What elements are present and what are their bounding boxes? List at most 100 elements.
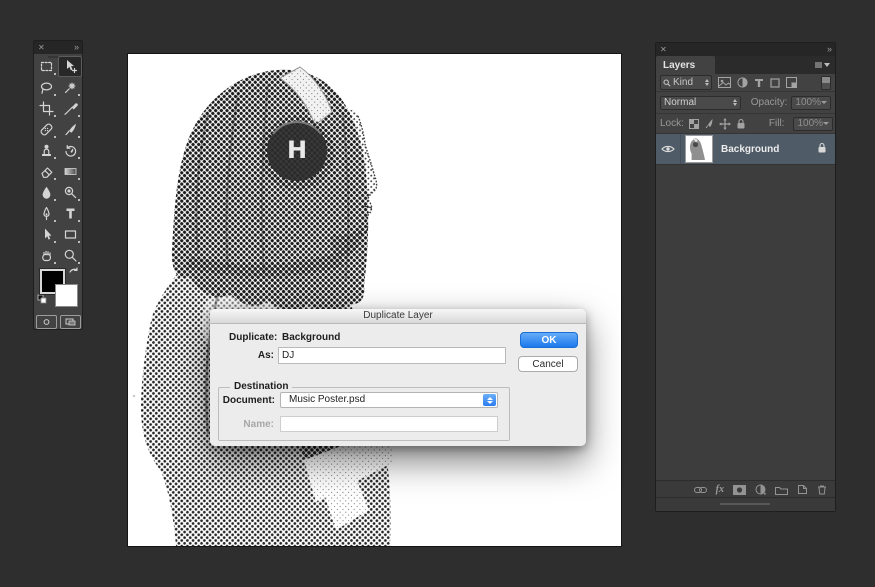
tool-crop[interactable] bbox=[34, 98, 58, 119]
dialog-title[interactable]: Duplicate Layer bbox=[210, 309, 586, 324]
layer-name: Background bbox=[721, 143, 780, 155]
opacity-value-box[interactable]: 100% bbox=[791, 95, 831, 110]
rectangle-shape-icon bbox=[64, 230, 76, 239]
collapse-panel-icon[interactable]: » bbox=[74, 43, 79, 52]
cancel-button[interactable]: Cancel bbox=[518, 356, 578, 372]
lasso-icon bbox=[40, 82, 52, 94]
close-icon[interactable]: ✕ bbox=[660, 45, 667, 54]
tool-path-selection[interactable] bbox=[34, 224, 58, 245]
tool-healing-brush[interactable] bbox=[34, 119, 58, 140]
adjustment-layer-icon[interactable] bbox=[755, 484, 766, 495]
blend-mode-select[interactable]: Normal bbox=[660, 95, 741, 110]
duplicate-layer-dialog: Duplicate Layer Duplicate: Background As… bbox=[210, 309, 586, 446]
path-selection-icon bbox=[44, 228, 51, 240]
filter-shape-layers-icon[interactable] bbox=[770, 77, 780, 88]
tool-brush[interactable] bbox=[58, 119, 82, 140]
tool-gradient[interactable] bbox=[58, 161, 82, 182]
tool-magic-wand[interactable] bbox=[58, 77, 82, 98]
document-select-value: Music Poster.psd bbox=[289, 394, 366, 405]
crop-icon bbox=[38, 101, 54, 116]
lock-all-icon[interactable] bbox=[736, 118, 746, 129]
visibility-toggle[interactable] bbox=[656, 134, 681, 164]
blend-opacity-row: Normal Opacity: 100% bbox=[656, 92, 835, 114]
select-arrows-icon bbox=[732, 99, 737, 106]
marquee-icon bbox=[40, 61, 52, 72]
tool-hand[interactable] bbox=[34, 245, 58, 266]
opacity-label: Opacity: bbox=[750, 97, 788, 108]
dodge-icon bbox=[64, 186, 76, 199]
collapse-panel-icon[interactable]: » bbox=[827, 45, 832, 54]
gradient-icon bbox=[64, 168, 76, 175]
as-label: As: bbox=[257, 350, 274, 361]
clone-stamp-icon bbox=[41, 144, 51, 156]
document-select[interactable]: Music Poster.psd bbox=[280, 392, 498, 408]
panel-resize-grip[interactable] bbox=[656, 497, 835, 511]
lock-label: Lock: bbox=[660, 118, 684, 129]
layer-thumbnail[interactable] bbox=[685, 135, 713, 163]
tool-eraser[interactable] bbox=[34, 161, 58, 182]
color-swatches bbox=[34, 267, 82, 315]
lock-pixels-icon[interactable] bbox=[704, 118, 714, 129]
screen-mode-icon bbox=[65, 318, 75, 326]
lock-fill-row: Lock: Fill: 100% bbox=[656, 114, 835, 134]
ok-button[interactable]: OK bbox=[520, 332, 578, 348]
tool-eyedropper[interactable] bbox=[58, 98, 82, 119]
filter-adjustment-layers-icon[interactable] bbox=[737, 77, 748, 88]
delete-layer-icon[interactable] bbox=[817, 484, 827, 495]
document-label: Document: bbox=[222, 395, 275, 406]
swap-colors-icon[interactable] bbox=[68, 266, 79, 280]
layer-list: Background bbox=[656, 134, 835, 481]
name-label: Name: bbox=[243, 419, 274, 430]
opacity-value: 100% bbox=[795, 97, 821, 108]
new-group-icon[interactable] bbox=[775, 485, 788, 495]
tool-pen[interactable] bbox=[34, 203, 58, 224]
tool-type[interactable] bbox=[58, 203, 82, 224]
add-mask-icon[interactable] bbox=[733, 484, 746, 495]
filter-toggle-switch[interactable] bbox=[821, 75, 831, 90]
filter-type-layers-icon[interactable] bbox=[754, 78, 764, 88]
default-colors-icon[interactable] bbox=[37, 294, 47, 307]
duplicate-value: Background bbox=[282, 332, 341, 343]
background-color-swatch[interactable] bbox=[55, 284, 78, 307]
headphone-logo-letter: H bbox=[287, 136, 307, 164]
tab-layers[interactable]: Layers bbox=[656, 56, 715, 74]
filter-smart-object-icon[interactable] bbox=[786, 77, 797, 88]
halftone-dj-image: H bbox=[132, 66, 394, 546]
quick-mask-button[interactable] bbox=[35, 315, 57, 329]
tool-lasso[interactable] bbox=[34, 77, 58, 98]
layer-lock-icon bbox=[817, 142, 827, 156]
tool-history-brush[interactable] bbox=[58, 140, 82, 161]
new-layer-icon[interactable] bbox=[797, 484, 808, 495]
panel-menu-icon[interactable] bbox=[815, 56, 835, 74]
fill-value: 100% bbox=[797, 118, 824, 129]
search-icon bbox=[663, 79, 671, 87]
as-input[interactable] bbox=[278, 347, 506, 364]
photoshop-workspace: ✕ » H Duplicate Layer Duplicate: Backgro… bbox=[0, 0, 875, 587]
layer-row-background[interactable]: Background bbox=[656, 134, 835, 165]
pen-icon bbox=[42, 206, 50, 221]
tool-zoom[interactable] bbox=[58, 245, 82, 266]
tool-dodge[interactable] bbox=[58, 182, 82, 203]
close-icon[interactable]: ✕ bbox=[38, 43, 45, 52]
layer-filter-row: Kind bbox=[656, 74, 835, 92]
link-layers-icon[interactable] bbox=[693, 486, 707, 494]
layer-style-icon[interactable]: fx bbox=[716, 484, 724, 495]
eye-icon bbox=[661, 145, 675, 153]
lock-transparency-icon[interactable] bbox=[688, 118, 699, 129]
tool-clone-stamp[interactable] bbox=[34, 140, 58, 161]
dropdown-arrow-icon bbox=[823, 122, 830, 125]
layers-bottom-bar: fx bbox=[656, 480, 835, 498]
fill-value-box[interactable]: 100% bbox=[793, 116, 834, 131]
type-icon bbox=[66, 208, 74, 219]
toolbar-bottom-buttons bbox=[34, 315, 82, 329]
kind-filter-select[interactable]: Kind bbox=[660, 75, 712, 90]
destination-legend: Destination bbox=[230, 381, 293, 392]
screen-mode-button[interactable] bbox=[59, 315, 81, 329]
lock-position-icon[interactable] bbox=[718, 117, 731, 130]
tool-blur[interactable] bbox=[34, 182, 58, 203]
tool-move[interactable] bbox=[58, 56, 82, 77]
tool-rectangle-shape[interactable] bbox=[58, 224, 82, 245]
document-canvas[interactable]: H bbox=[127, 53, 622, 547]
filter-pixel-layers-icon[interactable] bbox=[718, 77, 731, 88]
tool-rectangular-marquee[interactable] bbox=[34, 56, 58, 77]
